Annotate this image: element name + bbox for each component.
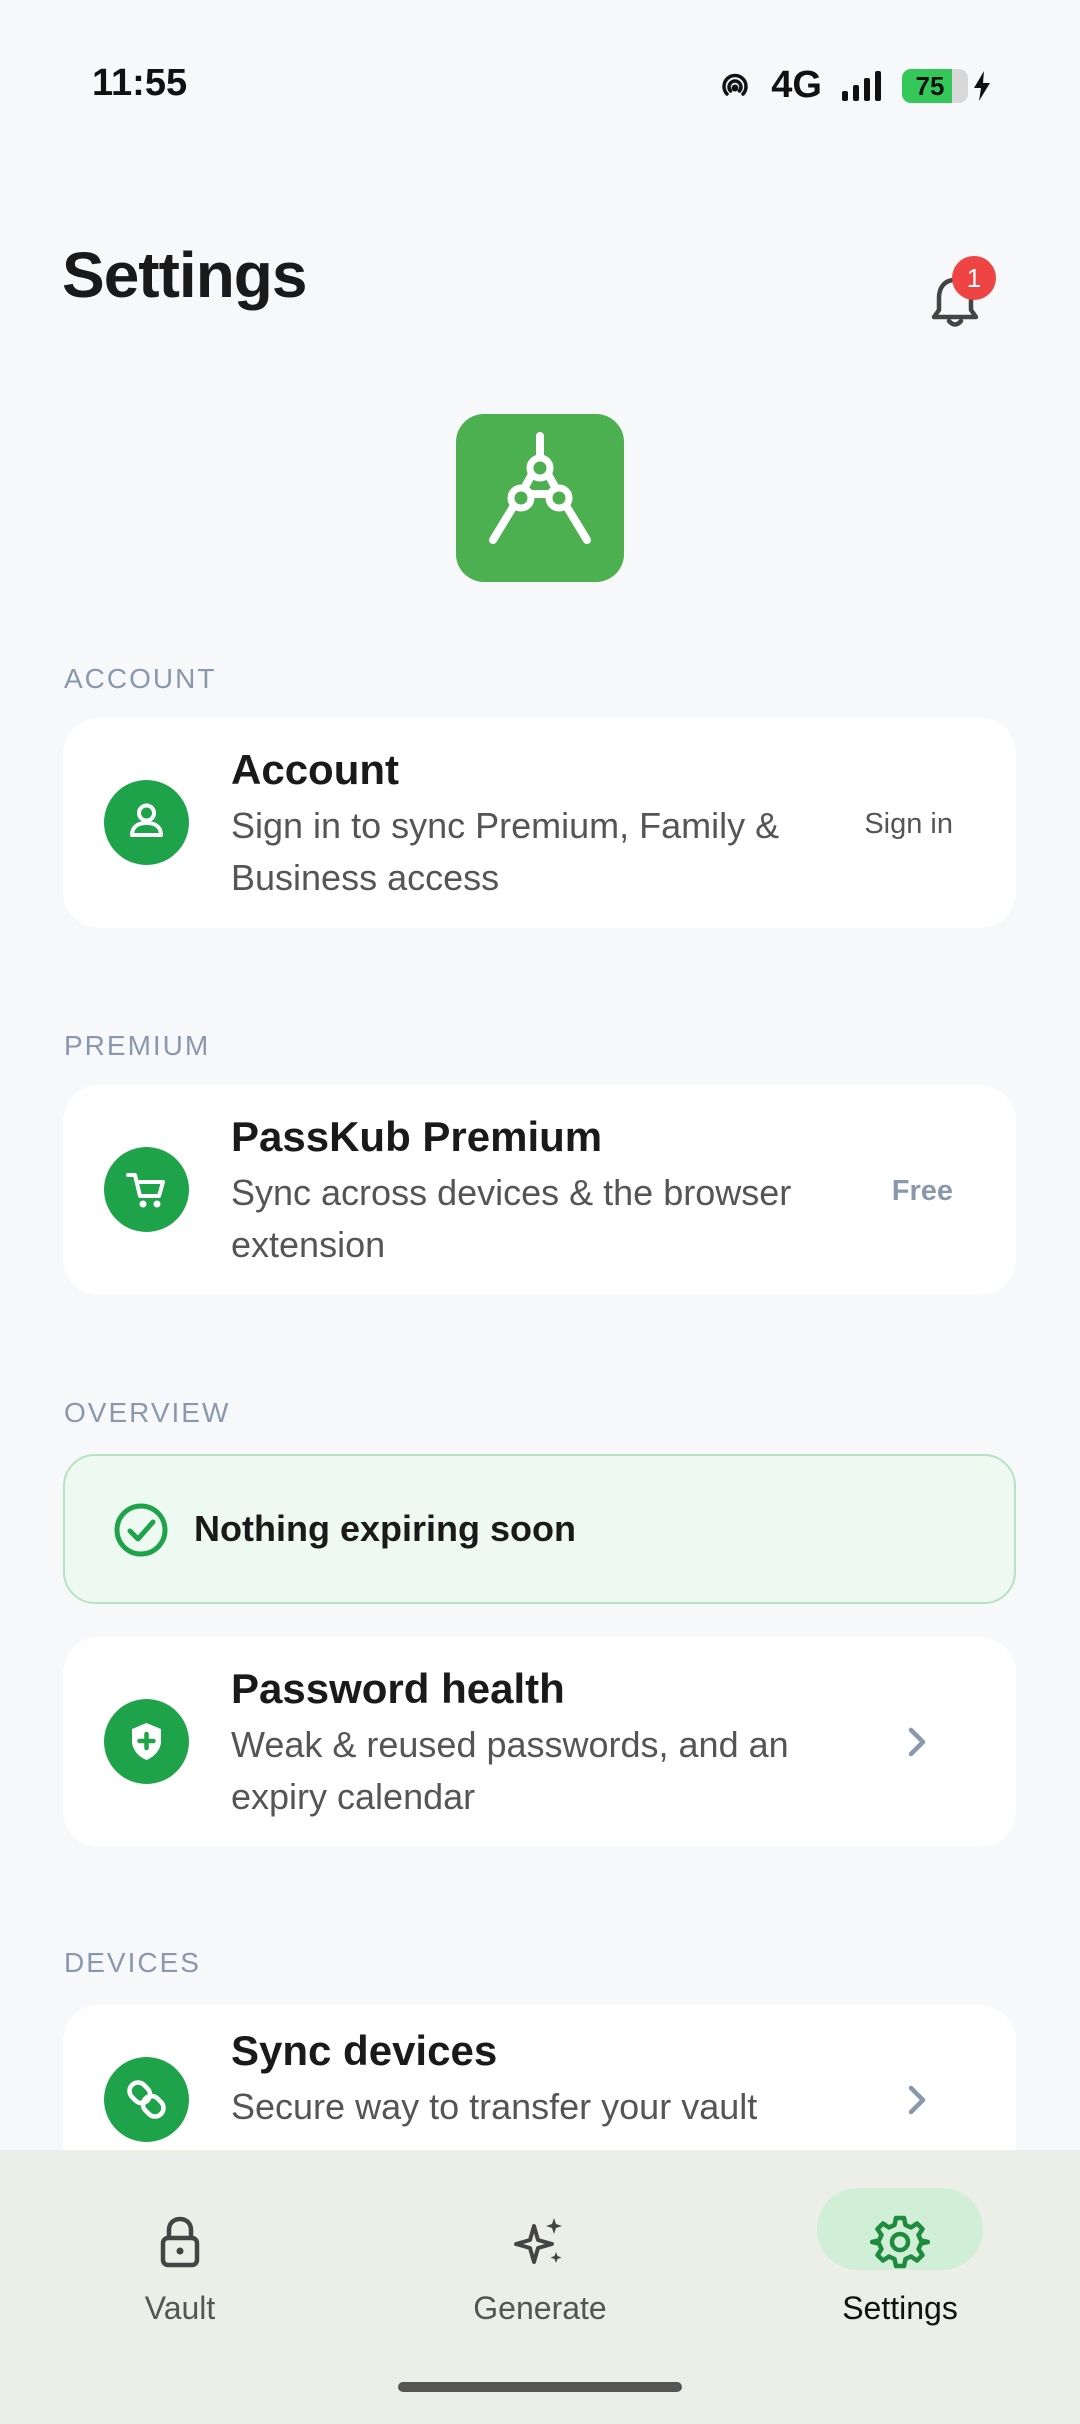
password-health-icon-circle — [104, 1699, 189, 1784]
sparkle-icon — [514, 2218, 562, 2264]
charging-bolt-icon — [974, 70, 990, 101]
status-icons: 4G 75 — [717, 64, 992, 107]
check-circle-icon — [114, 1503, 168, 1557]
nav-vault[interactable]: Vault — [80, 2190, 280, 2340]
section-label-account: ACCOUNT — [64, 663, 217, 694]
notification-badge: 1 — [952, 256, 996, 300]
sync-devices-title: Sync devices — [231, 2027, 498, 2074]
cart-icon — [126, 1173, 165, 1208]
password-health-title: Password health — [231, 1665, 565, 1712]
sync-devices-subtitle: Secure way to transfer your vault — [231, 2086, 758, 2127]
nav-generate[interactable]: Generate — [440, 2190, 640, 2340]
shield-plus-icon — [132, 1723, 161, 1760]
link-icon — [127, 2080, 166, 2119]
account-icon-circle — [104, 780, 189, 865]
expiry-notice: Nothing expiring soon — [63, 1454, 1016, 1604]
network-type: 4G — [771, 64, 822, 106]
nav-settings[interactable]: Settings — [800, 2190, 1000, 2340]
nav-settings-label: Settings — [842, 2290, 958, 2326]
account-subtitle: Sign in to sync Premium, Family & Busine… — [231, 805, 780, 898]
sync-devices-icon-circle — [104, 2057, 189, 2142]
password-health-card[interactable]: Password health Weak & reused passwords,… — [63, 1637, 1016, 1847]
section-label-premium: PREMIUM — [64, 1030, 211, 1061]
expiry-notice-text: Nothing expiring soon — [194, 1508, 576, 1549]
section-label-overview: OVERVIEW — [64, 1397, 231, 1428]
page-title: Settings — [62, 239, 307, 311]
home-indicator — [398, 2382, 682, 2392]
chevron-right-icon — [908, 1727, 926, 1757]
chevron-right-icon — [908, 2085, 926, 2115]
battery-indicator: 75 — [902, 68, 968, 103]
sign-in-link[interactable]: Sign in — [864, 808, 953, 841]
status-time: 11:55 — [92, 62, 188, 104]
section-label-devices: DEVICES — [64, 1947, 201, 1978]
person-icon — [130, 803, 163, 837]
account-title: Account — [231, 746, 399, 793]
premium-card[interactable]: PassKub Premium Sync across devices & th… — [63, 1085, 1016, 1295]
battery-percent: 75 — [915, 70, 945, 101]
app-logo-mark — [489, 432, 591, 544]
signal-icon — [842, 70, 881, 101]
app-logo — [456, 414, 624, 582]
lock-icon — [160, 2216, 200, 2268]
nav-generate-label: Generate — [473, 2290, 607, 2326]
account-card[interactable]: Account Sign in to sync Premium, Family … — [63, 718, 1016, 928]
premium-icon-circle — [104, 1147, 189, 1232]
gear-icon — [870, 2215, 930, 2269]
premium-subtitle: Sync across devices & the browser extens… — [231, 1172, 792, 1265]
premium-title: PassKub Premium — [231, 1113, 603, 1160]
password-health-subtitle: Weak & reused passwords, and an expiry c… — [231, 1724, 789, 1817]
nav-vault-label: Vault — [144, 2290, 216, 2326]
status-bar: 11:55 4G 75 — [0, 0, 1080, 170]
premium-status: Free — [891, 1175, 953, 1207]
hotspot-icon — [722, 73, 749, 96]
